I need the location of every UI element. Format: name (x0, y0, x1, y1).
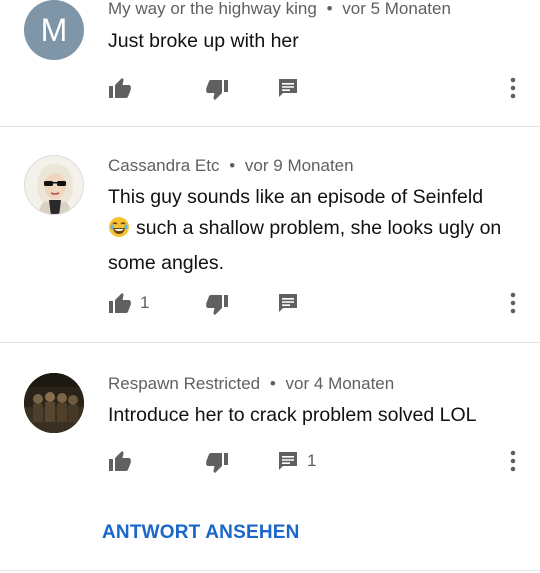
comment-meta: Respawn Restricted • vor 4 Monaten (108, 374, 394, 394)
reply-comment-icon (279, 452, 297, 470)
divider (0, 126, 540, 127)
view-replies-link[interactable]: ANTWORT ANSEHEN (102, 522, 300, 544)
avatar[interactable] (24, 373, 84, 433)
avatar[interactable]: M (24, 0, 84, 60)
meta-separator: • (229, 156, 236, 175)
comment-text: Introduce her to crack problem solved LO… (108, 404, 477, 426)
comment-meta: Cassandra Etc • vor 9 Monaten (108, 156, 354, 176)
laughing-emoji-icon (108, 216, 130, 248)
meta-separator: • (269, 374, 276, 393)
timestamp: vor 5 Monaten (342, 0, 451, 18)
comment-meta: My way or the highway king • vor 5 Monat… (108, 0, 451, 19)
reply-button[interactable]: 1 (277, 441, 316, 481)
comment-text: This guy sounds like an episode of Seinf… (108, 182, 518, 279)
author-name[interactable]: Respawn Restricted (108, 374, 260, 393)
timestamp: vor 4 Monaten (285, 374, 395, 393)
dislike-button[interactable] (205, 68, 229, 108)
reply-button[interactable] (277, 68, 307, 108)
author-name[interactable]: My way or the highway king (108, 0, 317, 18)
more-vertical-icon (510, 450, 516, 472)
more-vertical-icon (510, 292, 516, 314)
thumbs-up-icon (109, 78, 131, 98)
thumbs-down-icon (206, 295, 228, 315)
avatar-letter: M (40, 11, 68, 48)
more-options-button[interactable] (498, 68, 528, 108)
more-vertical-icon (510, 77, 516, 99)
divider (0, 570, 540, 571)
comment-actions: 1 (0, 283, 540, 323)
dislike-button[interactable] (205, 283, 229, 323)
avatar-image (37, 164, 73, 214)
like-button[interactable] (108, 68, 140, 108)
meta-separator: • (326, 0, 333, 18)
divider (0, 342, 540, 343)
like-count: 1 (140, 293, 150, 312)
reply-comment-icon (279, 294, 297, 312)
thumbs-down-icon (206, 453, 228, 473)
dislike-button[interactable] (205, 441, 229, 481)
comment-actions: 1 (0, 441, 540, 481)
more-options-button[interactable] (498, 441, 528, 481)
thumbs-up-icon (109, 293, 131, 313)
reply-button[interactable] (277, 283, 307, 323)
timestamp: vor 9 Monaten (244, 156, 354, 175)
avatar-image (24, 373, 84, 433)
author-name[interactable]: Cassandra Etc (108, 156, 220, 175)
thumbs-up-icon (109, 451, 131, 471)
thumbs-down-icon (206, 80, 228, 100)
comment-actions (0, 68, 540, 108)
more-options-button[interactable] (498, 283, 528, 323)
comment-text-part-2: such a shallow problem, she looks ugly o… (108, 217, 502, 274)
comment-text: Just broke up with her (108, 30, 299, 52)
like-button[interactable] (108, 441, 140, 481)
like-button[interactable]: 1 (108, 283, 149, 323)
reply-count: 1 (307, 451, 317, 470)
reply-comment-icon (279, 79, 297, 97)
comment-text-part-1: This guy sounds like an episode of Seinf… (108, 186, 484, 208)
avatar[interactable] (24, 155, 84, 215)
